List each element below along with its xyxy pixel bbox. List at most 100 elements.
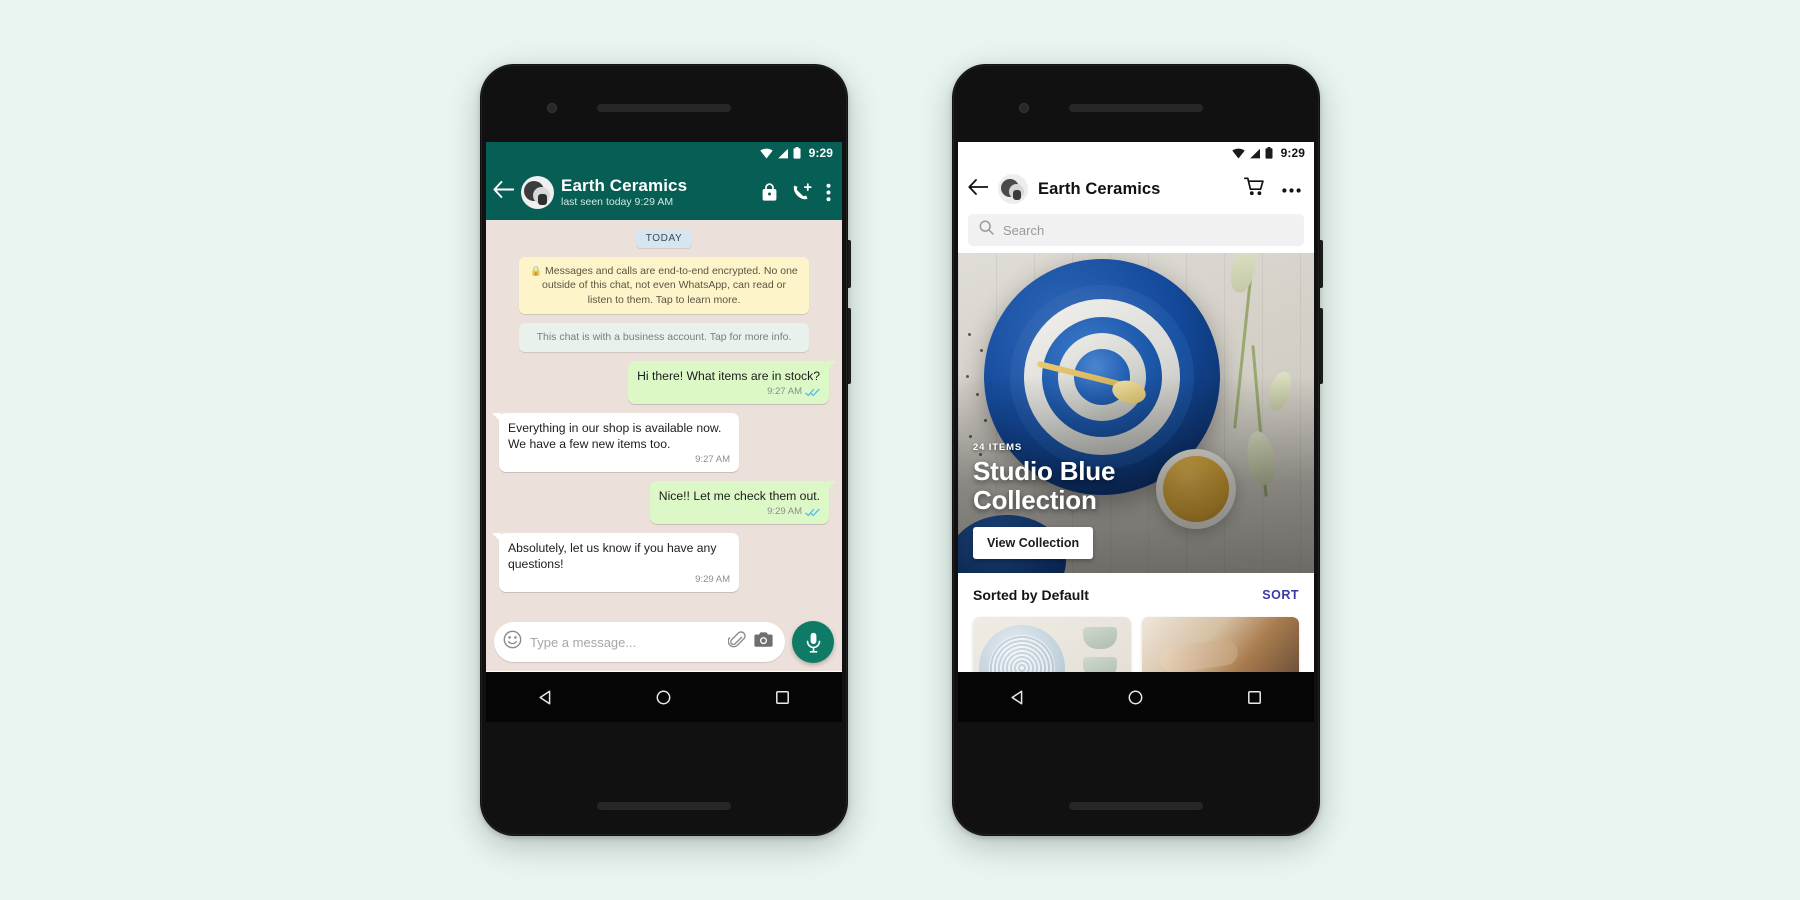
- message-bubble-incoming[interactable]: Everything in our shop is available now.…: [492, 412, 739, 472]
- screenshot-stage: 9:29 Earth Ceramics last seen today 9:29…: [0, 0, 1800, 900]
- message-text: Hi there! What items are in stock?: [637, 368, 820, 383]
- back-triangle-icon[interactable]: [537, 689, 554, 706]
- catalog-status-bar: 9:29: [958, 142, 1314, 164]
- contact-presence: last seen today 9:29 AM: [561, 195, 674, 208]
- message-bubble-outgoing[interactable]: Nice!! Let me check them out. 9:29 AM: [649, 480, 837, 524]
- home-circle-icon[interactable]: [1127, 689, 1144, 706]
- chat-app-bar: Earth Ceramics last seen today 9:29 AM: [486, 164, 842, 220]
- chat-screen: 9:29 Earth Ceramics last seen today 9:29…: [486, 142, 842, 672]
- hero-item-count: 24 ITEMS: [973, 441, 1023, 453]
- hero-banner[interactable]: 24 ITEMS Studio Blue Collection View Col…: [958, 253, 1314, 573]
- message-meta: 9:29 AM: [508, 574, 730, 587]
- arrow-left-icon: [493, 181, 515, 198]
- search-icon: [979, 220, 994, 240]
- message-meta: 9:27 AM: [637, 386, 820, 399]
- power-button[interactable]: [1320, 240, 1323, 288]
- camera-icon[interactable]: [754, 631, 773, 653]
- phone-top-bezel: [952, 64, 1320, 142]
- front-camera-icon: [547, 103, 557, 113]
- message-input-placeholder[interactable]: Type a message...: [530, 635, 720, 650]
- android-nav-bar: [958, 672, 1314, 722]
- catalog-phone-device: 9:29 Earth Ceramics Search 24 ITEMS Stud…: [952, 64, 1323, 836]
- message-composer: Type a message...: [486, 613, 842, 671]
- chat-message-list[interactable]: TODAY 🔒 Messages and calls are end-to-en…: [486, 220, 842, 613]
- avatar-shape-accent: [538, 193, 547, 205]
- paperclip-icon[interactable]: [727, 630, 746, 654]
- chat-phone-device: 9:29 Earth Ceramics last seen today 9:29…: [480, 64, 851, 836]
- catalog-app-bar: Earth Ceramics: [958, 164, 1314, 214]
- phone-bottom-bezel: [952, 722, 1320, 836]
- video-call-icon[interactable]: [792, 182, 812, 202]
- message-meta: 9:27 AM: [508, 454, 730, 467]
- overflow-menu-icon[interactable]: [1282, 180, 1301, 198]
- encryption-notice-text: Messages and calls are end-to-end encryp…: [542, 265, 798, 306]
- phone-bottom-bezel: [480, 722, 848, 836]
- business-notice-text: This chat is with a business account. Ta…: [536, 331, 792, 344]
- avatar-shape-accent: [1013, 190, 1021, 200]
- back-button[interactable]: [968, 178, 989, 200]
- business-account-notice[interactable]: This chat is with a business account. Ta…: [519, 323, 809, 352]
- read-receipt-icon: [805, 388, 820, 397]
- message-bubble-outgoing[interactable]: Hi there! What items are in stock? 9:27 …: [628, 360, 836, 404]
- encryption-notice[interactable]: 🔒 Messages and calls are end-to-end encr…: [519, 257, 809, 315]
- catalog-actions: [1243, 177, 1301, 201]
- wifi-icon: [759, 148, 773, 158]
- catalog-screen: 9:29 Earth Ceramics Search 24 ITEMS Stud…: [958, 142, 1314, 672]
- product-grid: [958, 617, 1314, 672]
- hero-title: Studio Blue Collection: [973, 455, 1116, 515]
- signal-icon: [1249, 148, 1260, 158]
- overflow-menu-icon[interactable]: [826, 183, 831, 202]
- product-card[interactable]: [1141, 617, 1299, 672]
- earpiece-speaker: [597, 104, 731, 112]
- message-input-pill[interactable]: Type a message...: [494, 622, 785, 662]
- message-text: Nice!! Let me check them out.: [658, 488, 820, 503]
- day-divider: TODAY: [635, 229, 693, 248]
- search-input[interactable]: Search: [968, 214, 1304, 246]
- recents-square-icon[interactable]: [1246, 689, 1263, 706]
- message-time: 9:27 AM: [695, 454, 730, 466]
- back-button[interactable]: [493, 181, 515, 203]
- earpiece-speaker: [1069, 104, 1203, 112]
- bottom-speaker-grille: [597, 802, 731, 810]
- power-button[interactable]: [848, 240, 851, 288]
- signal-icon: [777, 148, 788, 158]
- shop-icon[interactable]: [761, 182, 778, 202]
- lock-icon: 🔒: [530, 266, 543, 277]
- product-thumbnail: [979, 625, 1065, 672]
- read-receipt-icon: [805, 508, 820, 517]
- cart-icon[interactable]: [1243, 177, 1265, 201]
- back-triangle-icon[interactable]: [1009, 689, 1026, 706]
- message-text: Absolutely, let us know if you have any …: [508, 540, 717, 571]
- chat-status-bar: 9:29: [486, 142, 842, 164]
- home-circle-icon[interactable]: [655, 689, 672, 706]
- message-time: 9:29 AM: [695, 574, 730, 586]
- microphone-icon: [806, 632, 820, 653]
- message-text: Everything in our shop is available now.…: [508, 420, 722, 451]
- front-camera-icon: [1019, 103, 1029, 113]
- message-time: 9:29 AM: [767, 506, 802, 518]
- volume-button[interactable]: [1320, 308, 1323, 384]
- chat-actions: [761, 182, 833, 202]
- volume-button[interactable]: [848, 308, 851, 384]
- product-thumbnail-detail: [1082, 627, 1117, 649]
- status-icons: [759, 147, 801, 159]
- message-bubble-incoming[interactable]: Absolutely, let us know if you have any …: [492, 532, 739, 592]
- android-nav-bar: [486, 672, 842, 722]
- emoji-icon[interactable]: [503, 630, 522, 654]
- battery-icon: [1265, 147, 1273, 159]
- status-time: 9:29: [1280, 146, 1305, 160]
- wifi-icon: [1231, 148, 1245, 158]
- sort-button[interactable]: SORT: [1262, 588, 1299, 602]
- product-card[interactable]: [973, 617, 1131, 672]
- recents-square-icon[interactable]: [774, 689, 791, 706]
- voice-record-button[interactable]: [792, 621, 834, 663]
- chat-title-block[interactable]: Earth Ceramics last seen today 9:29 AM: [561, 176, 754, 209]
- avatar[interactable]: [521, 175, 554, 209]
- page-title: Earth Ceramics: [1038, 179, 1161, 198]
- avatar[interactable]: [998, 174, 1028, 204]
- message-meta: 9:29 AM: [659, 506, 820, 519]
- view-collection-button[interactable]: View Collection: [973, 527, 1094, 559]
- sort-status-label: Sorted by Default: [973, 587, 1089, 603]
- search-bar-container: Search: [958, 214, 1314, 253]
- message-time: 9:27 AM: [767, 386, 802, 398]
